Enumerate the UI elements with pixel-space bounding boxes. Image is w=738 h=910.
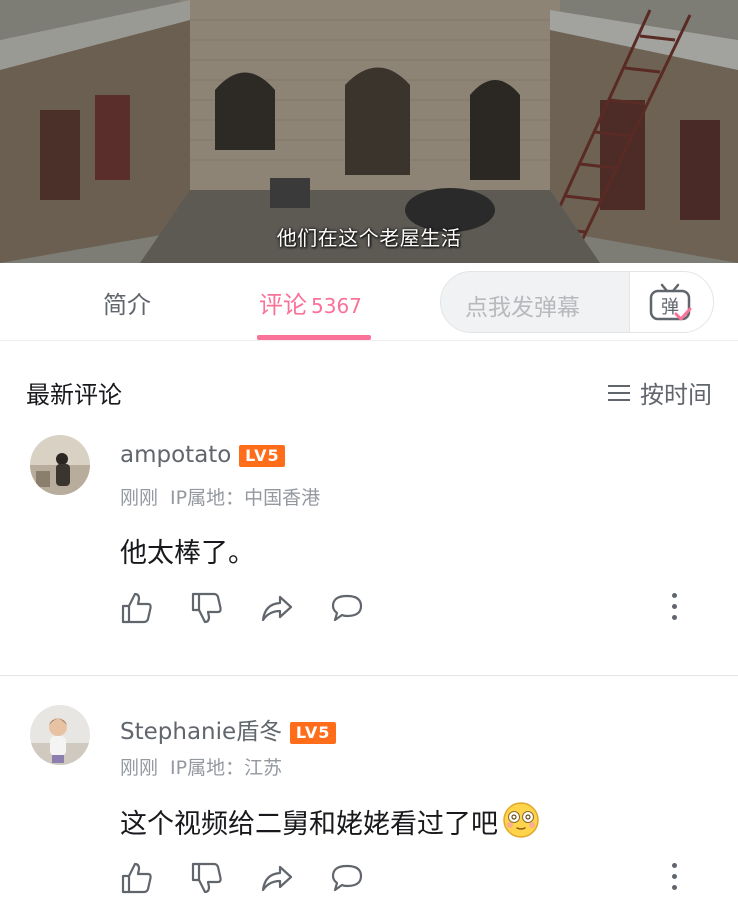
comment-text: 这个视频给二舅和姥姥看过了吧 — [120, 809, 498, 840]
danmaku-tv-icon: 弹 — [649, 283, 692, 321]
reply-icon[interactable] — [330, 591, 364, 625]
comment-divider — [0, 675, 738, 676]
sort-toggle-label: 按时间 — [640, 381, 712, 409]
comment-actions — [120, 591, 700, 627]
comment-content[interactable]: 这个视频给二舅和姥姥看过了吧 — [120, 801, 540, 841]
level-badge: LV5 — [239, 444, 286, 467]
dizzy-face-emoji — [503, 802, 539, 838]
username-text: Stephanie盾冬 — [120, 719, 283, 745]
comment-count: 5367 — [311, 294, 362, 318]
video-player[interactable]: 他们在这个老屋生活 — [0, 0, 738, 263]
share-icon[interactable] — [260, 591, 294, 625]
reply-icon[interactable] — [330, 861, 364, 895]
comment-ip-location: IP属地：江苏 — [170, 757, 283, 779]
avatar[interactable] — [30, 435, 90, 495]
share-icon[interactable] — [260, 861, 294, 895]
active-tab-indicator — [257, 335, 371, 340]
thumb-up-icon[interactable] — [120, 861, 154, 895]
comment-sort-header: 最新评论 按时间 — [0, 341, 738, 425]
comment-content[interactable]: 他太棒了。 — [120, 531, 255, 570]
level-badge: LV5 — [290, 721, 337, 744]
danmaku-toggle-button[interactable]: 弹 — [629, 272, 713, 332]
comment-username[interactable]: Stephanie盾冬 LV5 — [120, 712, 337, 746]
comment-ip-location: IP属地：中国香港 — [170, 487, 321, 509]
comment-username[interactable]: ampotato LV5 — [120, 442, 286, 468]
sort-title: 最新评论 — [26, 381, 122, 409]
comment-item: ampotato LV5 刚刚 IP属地：中国香港 他太棒了。 — [0, 425, 738, 675]
comment-time: 刚刚 — [120, 757, 159, 779]
more-icon[interactable] — [672, 593, 678, 623]
tab-comments[interactable]: 评论 5367 — [259, 285, 362, 320]
thumb-down-icon[interactable] — [190, 861, 224, 895]
tab-comments-label: 评论 — [259, 291, 307, 319]
username-text: ampotato — [120, 442, 232, 468]
list-menu-icon — [608, 384, 632, 402]
tab-intro[interactable]: 简介 — [103, 285, 151, 320]
danmaku-input[interactable]: 点我发弹幕 — [465, 288, 580, 322]
more-icon[interactable] — [672, 863, 678, 893]
danmaku-bar: 点我发弹幕 弹 — [440, 271, 714, 333]
video-subtitle: 他们在这个老屋生活 — [276, 226, 462, 250]
avatar[interactable] — [30, 705, 90, 765]
comment-meta: 刚刚 IP属地：中国香港 — [120, 483, 320, 510]
thumb-down-icon[interactable] — [190, 591, 224, 625]
tab-bar: 简介 评论 5367 点我发弹幕 弹 — [0, 263, 738, 341]
thumb-up-icon[interactable] — [120, 591, 154, 625]
comment-time: 刚刚 — [120, 487, 159, 509]
comment-item: Stephanie盾冬 LV5 刚刚 IP属地：江苏 这个视频给二舅和姥姥看过了吧 — [0, 695, 738, 910]
comment-actions — [120, 861, 700, 897]
comment-meta: 刚刚 IP属地：江苏 — [120, 753, 282, 780]
sort-toggle-button[interactable]: 按时间 — [608, 375, 712, 410]
